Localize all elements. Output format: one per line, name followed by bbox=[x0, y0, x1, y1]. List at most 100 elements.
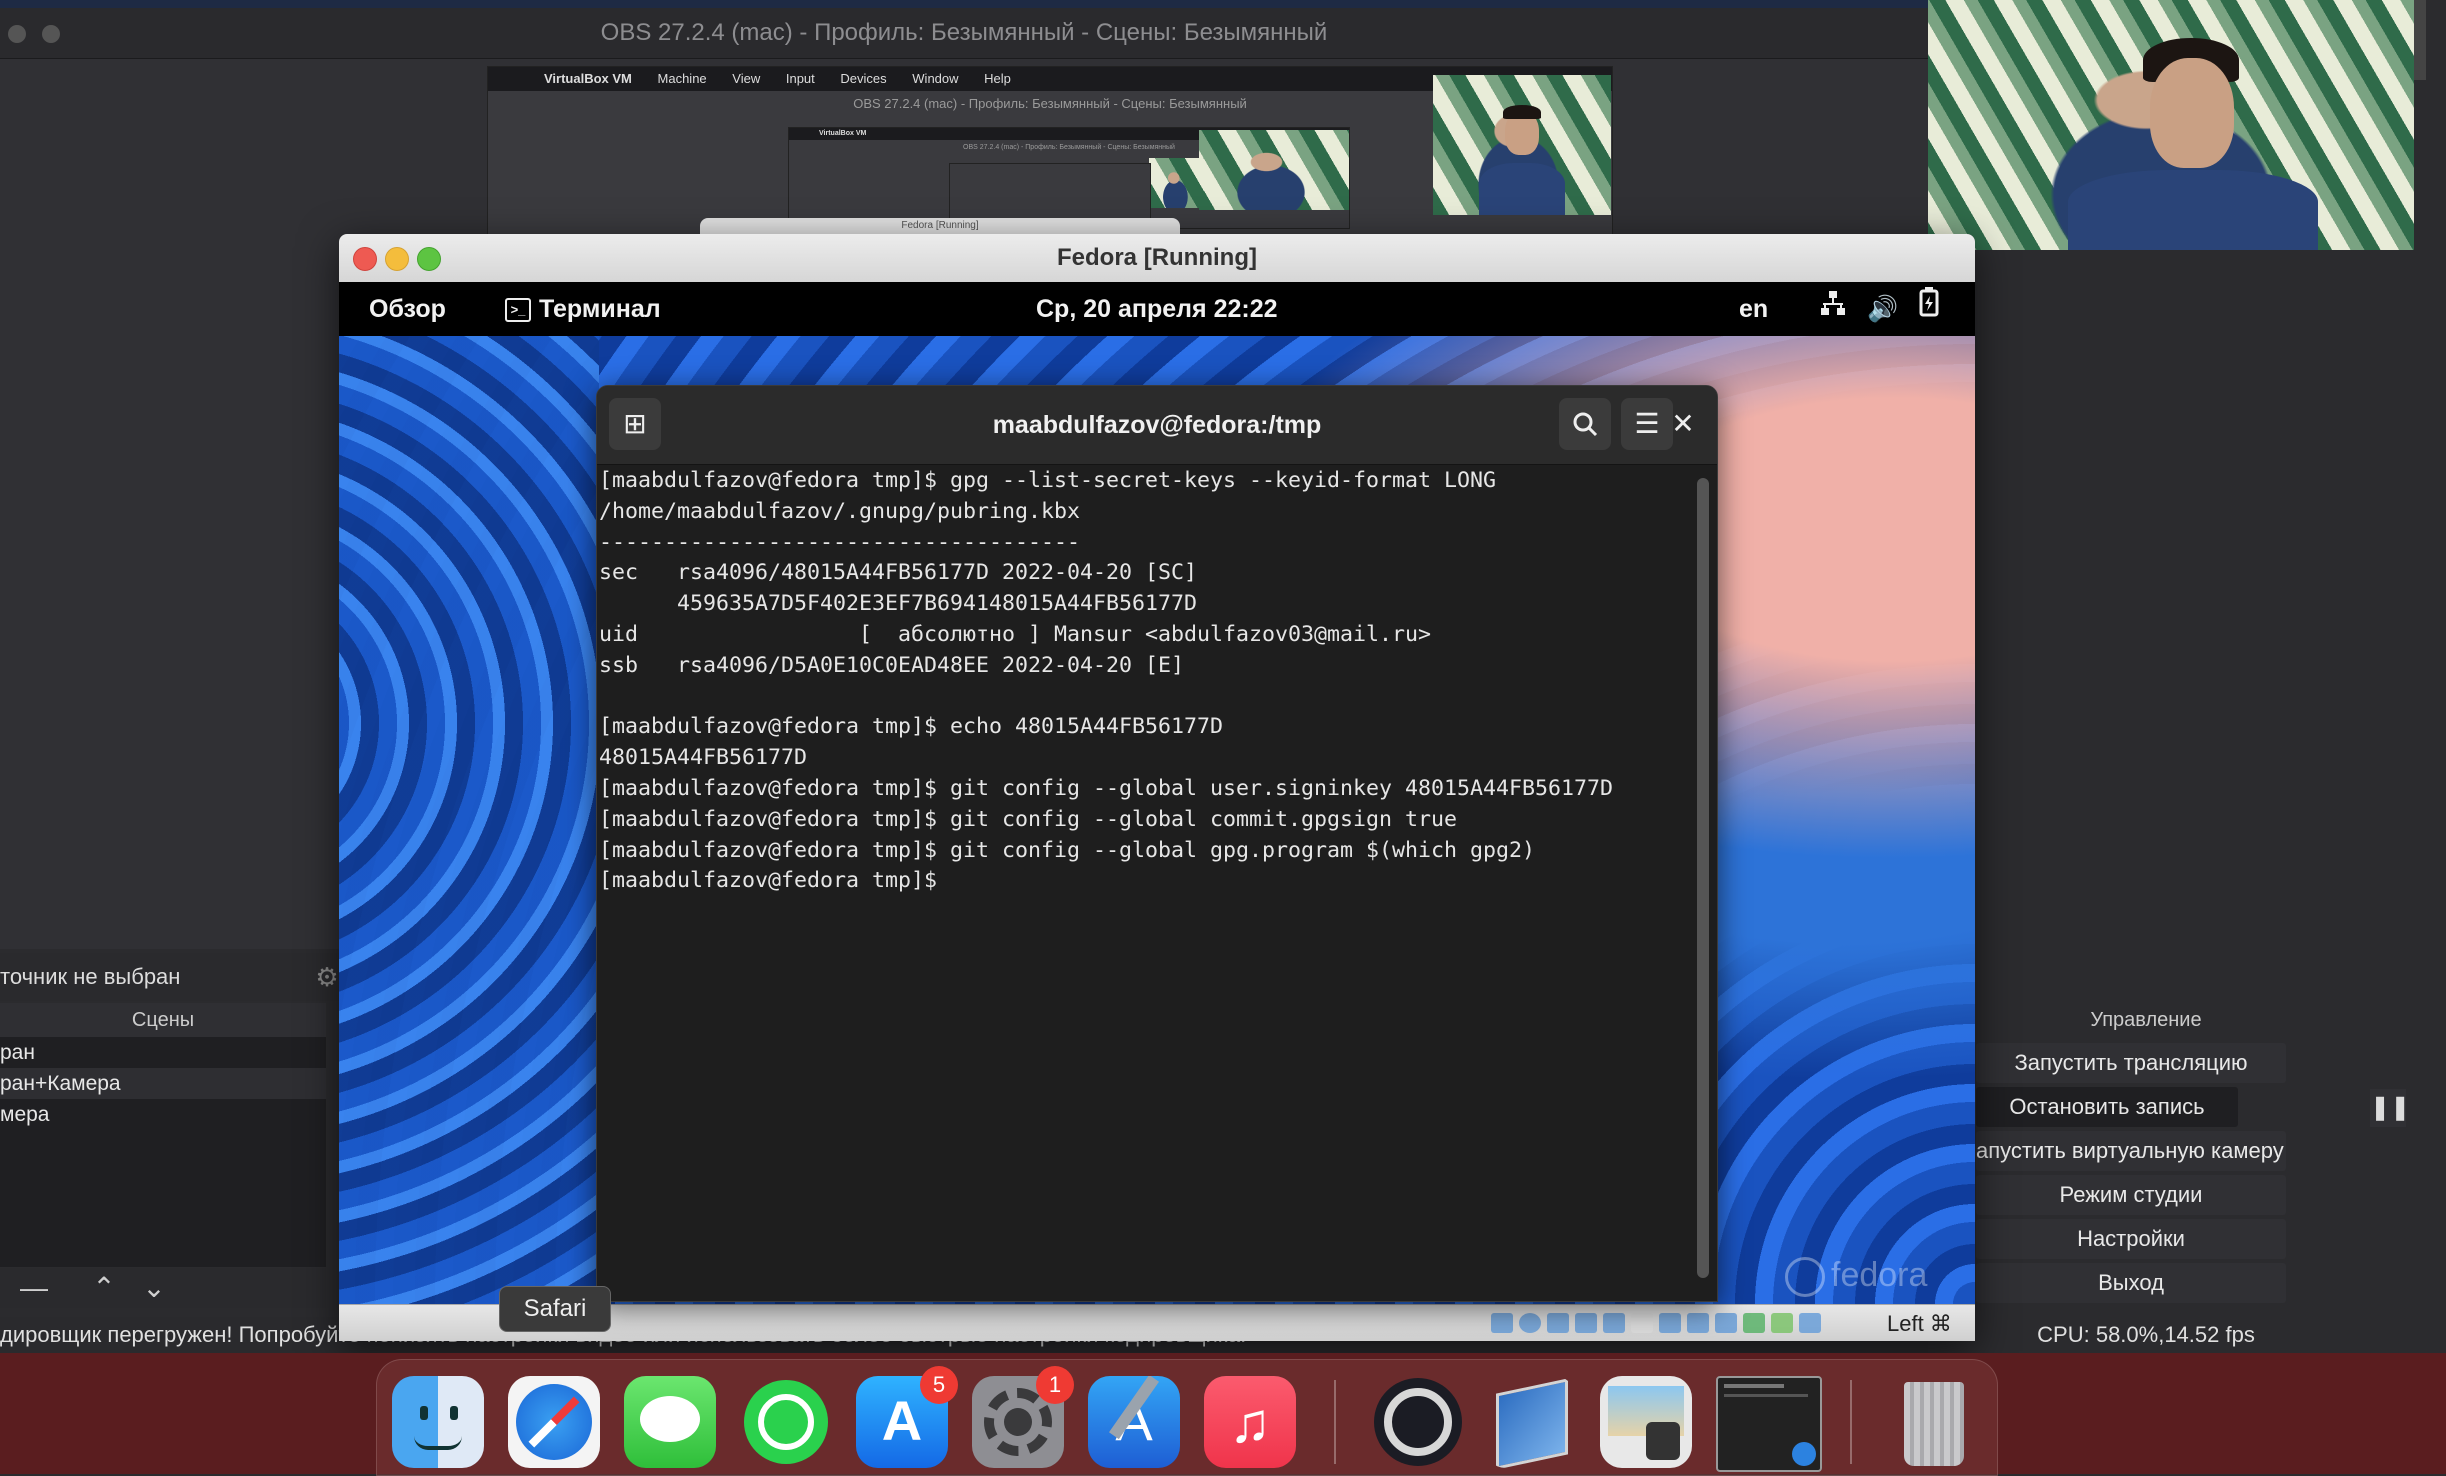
terminal-scrollbar[interactable] bbox=[1697, 478, 1709, 1278]
volume-icon[interactable]: 🔊 bbox=[1867, 282, 1898, 336]
app-menu-label: Терминал bbox=[539, 295, 661, 323]
host-key-label: Left ⌘ bbox=[1887, 1311, 1952, 1336]
studio-mode-button[interactable]: Режим студии bbox=[1976, 1175, 2286, 1215]
start-virtual-camera-button[interactable]: апустить виртуальную камеру bbox=[1976, 1131, 2286, 1171]
source-label: точник не выбран bbox=[0, 964, 181, 989]
system-preferences-icon[interactable]: 1 bbox=[972, 1366, 1074, 1468]
nested-fedora-title: Fedora [Running] bbox=[901, 220, 979, 231]
system-preferences-badge: 1 bbox=[1036, 1366, 1074, 1404]
nested-menu-item: Machine bbox=[657, 71, 707, 86]
minimized-window-thumbnail[interactable] bbox=[1716, 1376, 1822, 1472]
terminal-output[interactable]: [maabdulfazov@fedora tmp]$ gpg --list-se… bbox=[597, 464, 1699, 1301]
network-icon[interactable] bbox=[1819, 282, 1847, 336]
hard-disk-icon[interactable] bbox=[1491, 1313, 1513, 1333]
menu-strip bbox=[0, 0, 1928, 8]
scene-item[interactable]: ран+Камера bbox=[0, 1068, 326, 1099]
obs-titlebar: OBS 27.2.4 (mac) - Профиль: Безымянный -… bbox=[0, 8, 1928, 59]
app-store-badge: 5 bbox=[920, 1366, 958, 1404]
scene-item[interactable]: ран bbox=[0, 1037, 326, 1068]
scene-item[interactable]: мера bbox=[0, 1099, 326, 1130]
activities-button[interactable]: Обзор bbox=[369, 282, 446, 336]
terminal-line: uid [ абсолютно ] Mansur <abdulfazov03@m… bbox=[599, 621, 1432, 647]
terminal-line: [maabdulfazov@fedora tmp]$ git config --… bbox=[599, 775, 1614, 801]
nested-menu-item: View bbox=[732, 71, 761, 86]
optical-drive-icon[interactable] bbox=[1519, 1313, 1541, 1333]
fedora-logo-icon bbox=[1785, 1257, 1825, 1298]
fedora-brand-text: fedora bbox=[1831, 1256, 1928, 1294]
virtualbox-icon[interactable] bbox=[1484, 1376, 1576, 1468]
keyboard-capture-icon[interactable] bbox=[1799, 1313, 1821, 1333]
mouse-integration-icon[interactable] bbox=[1771, 1313, 1793, 1333]
trash-icon[interactable] bbox=[1888, 1376, 1980, 1468]
battery-icon[interactable] bbox=[1917, 282, 1941, 336]
terminal-line: 459635A7D5F402E3EF7B694148015A44FB56177D bbox=[599, 591, 1198, 617]
whatsapp-icon[interactable] bbox=[740, 1376, 832, 1468]
start-stream-button[interactable]: Запустить трансляцию bbox=[1976, 1043, 2286, 1083]
terminal-line: 48015A44FB56177D bbox=[599, 745, 808, 771]
obs-window-title: OBS 27.2.4 (mac) - Профиль: Безымянный -… bbox=[600, 19, 1328, 46]
fedora-logo: fedora bbox=[1785, 1253, 1928, 1298]
scenes-panel-header: Сцены bbox=[0, 1003, 326, 1037]
nested-menu-item: Devices bbox=[840, 71, 887, 86]
search-icon[interactable] bbox=[1559, 398, 1611, 450]
terminal-line: ------------------------------------- bbox=[599, 529, 1081, 555]
messages-icon[interactable] bbox=[624, 1376, 716, 1468]
terminal-title: maabdulfazov@fedora:/tmp bbox=[992, 411, 1322, 439]
video-capture-icon[interactable] bbox=[1687, 1313, 1709, 1333]
terminal-line: [maabdulfazov@fedora tmp]$ echo 48015A44… bbox=[599, 714, 1224, 740]
nested-app-name-2: VirtualBox VM bbox=[819, 130, 867, 137]
controls-panel-header: Управление bbox=[2090, 1009, 2202, 1031]
display-icon[interactable] bbox=[1659, 1313, 1681, 1333]
shared-folders-icon[interactable] bbox=[1631, 1313, 1653, 1333]
dock-tooltip: Safari bbox=[499, 1286, 611, 1332]
move-up-icon[interactable]: ⌃ bbox=[84, 1272, 124, 1304]
virtualbox-window-title: Fedora [Running] bbox=[1057, 244, 1257, 271]
close-icon[interactable]: ✕ bbox=[1657, 398, 1709, 450]
terminal-window: maabdulfazov@fedora:/tmp ⊞ ☰ ✕ [maabdulf… bbox=[596, 385, 1718, 1302]
nested-app-name: VirtualBox VM bbox=[544, 71, 632, 86]
dock-separator bbox=[1850, 1380, 1852, 1464]
terminal-line: [maabdulfazov@fedora tmp]$ git config --… bbox=[599, 837, 1536, 863]
stop-record-button[interactable]: Остановить запись bbox=[1976, 1087, 2238, 1127]
scenes-list: ран ран+Камера мера bbox=[0, 1037, 326, 1267]
exit-button[interactable]: Выход bbox=[1976, 1263, 2286, 1303]
move-down-icon[interactable]: ⌄ bbox=[134, 1272, 174, 1304]
network-adapter-icon[interactable] bbox=[1575, 1313, 1597, 1333]
finder-icon[interactable] bbox=[392, 1376, 484, 1468]
preview-icon[interactable] bbox=[1600, 1376, 1692, 1468]
screen-edge bbox=[2414, 0, 2446, 1474]
clock[interactable]: Ср, 20 апреля 22:22 bbox=[1036, 282, 1278, 336]
guest-additions-icon[interactable] bbox=[1743, 1313, 1765, 1333]
new-tab-icon[interactable]: ⊞ bbox=[609, 398, 661, 450]
app-store-icon[interactable]: A 5 bbox=[856, 1366, 958, 1468]
terminal-line: ssb rsa4096/D5A0E10C0EAD48EE 2022-04-20 … bbox=[599, 652, 1185, 678]
app-menu[interactable]: >_ Терминал bbox=[505, 282, 661, 336]
settings-button[interactable]: Настройки bbox=[1976, 1219, 2286, 1259]
nested-webcam-3 bbox=[1199, 130, 1349, 210]
cpu-icon[interactable] bbox=[1715, 1313, 1737, 1333]
safari-icon[interactable] bbox=[508, 1376, 600, 1468]
nested-webcam-4 bbox=[1149, 158, 1204, 208]
keyboard-layout[interactable]: en bbox=[1739, 282, 1768, 336]
audio-icon[interactable] bbox=[1547, 1313, 1569, 1333]
usb-icon[interactable] bbox=[1603, 1313, 1625, 1333]
nested-menu-item: Window bbox=[912, 71, 959, 86]
terminal-line: /home/maabdulfazov/.gnupg/pubring.kbx bbox=[599, 498, 1081, 524]
terminal-prompt: [maabdulfazov@fedora tmp]$ bbox=[599, 868, 951, 894]
xcode-icon[interactable]: A bbox=[1088, 1376, 1180, 1468]
nested-menu-item: Help bbox=[984, 71, 1011, 86]
terminal-line: [maabdulfazov@fedora tmp]$ git config --… bbox=[599, 806, 1458, 832]
terminal-app-icon: >_ bbox=[505, 298, 531, 323]
terminal-line: [maabdulfazov@fedora tmp]$ gpg --list-se… bbox=[599, 468, 1497, 493]
virtualbox-titlebar: Fedora [Running] bbox=[339, 234, 1975, 283]
remove-scene-button[interactable]: — bbox=[14, 1272, 54, 1304]
pause-record-icon[interactable]: ❚❚ bbox=[2370, 1089, 2410, 1127]
music-icon[interactable]: ♫ bbox=[1204, 1376, 1296, 1468]
obs-icon[interactable] bbox=[1372, 1376, 1464, 1468]
nested-capture-2: VirtualBox VM OBS 27.2.4 (mac) - Профиль… bbox=[788, 127, 1350, 229]
terminal-headerbar: maabdulfazov@fedora:/tmp ⊞ ☰ ✕ bbox=[597, 386, 1717, 465]
terminal-line: sec rsa4096/48015A44FB56177D 2022-04-20 … bbox=[599, 560, 1198, 586]
source-settings-gear-icon[interactable]: ⚙ bbox=[312, 960, 342, 994]
webcam-overlay bbox=[1928, 0, 2414, 250]
